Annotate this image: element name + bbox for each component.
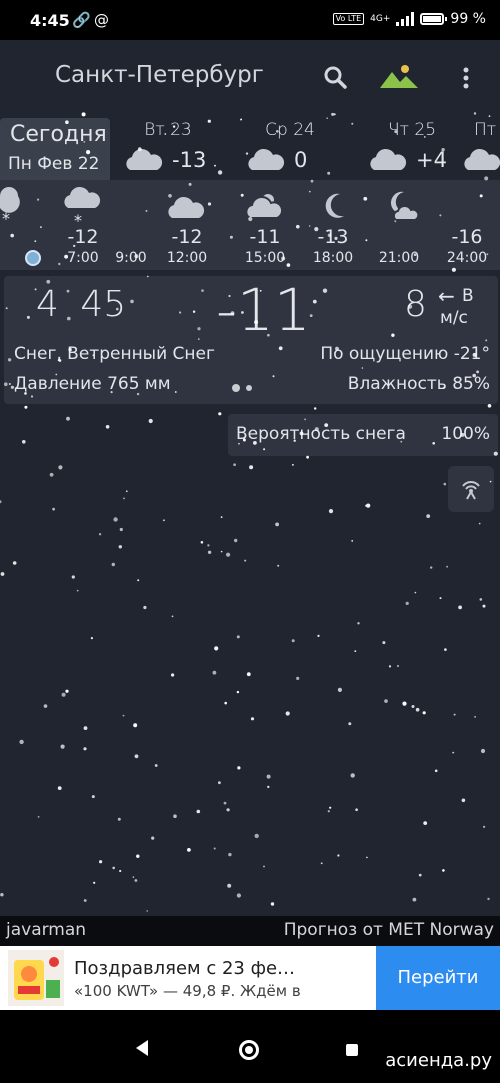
- day-item[interactable]: Чт 25 +4: [354, 116, 470, 180]
- volte-icon: Vo LTE: [332, 13, 365, 25]
- day-name: Ср 24: [265, 120, 315, 140]
- watermark: асиенда.ру: [385, 1050, 492, 1071]
- photo-author[interactable]: javarman: [6, 920, 86, 940]
- status-time: 4:45: [30, 11, 70, 30]
- hour-time: 18:00: [312, 250, 354, 266]
- svg-text:*: *: [74, 211, 82, 226]
- day-item[interactable]: Ср 24 0: [232, 116, 348, 180]
- day-temp: -13: [172, 148, 207, 172]
- ad-title: Поздравляем с 23 фе…: [74, 958, 296, 979]
- ad-go-button[interactable]: Перейти: [376, 946, 500, 1010]
- cloud-icon: [370, 148, 407, 170]
- status-bar: 4:45 🔗 @ Vo LTE 4G+ 99 %: [0, 0, 500, 40]
- radar-button[interactable]: [448, 466, 494, 512]
- ad-image: [8, 950, 64, 1006]
- pressure: Давление 765 мм: [14, 374, 171, 394]
- back-icon[interactable]: [134, 1032, 150, 1064]
- current-time: 4 45: [36, 284, 127, 325]
- home-icon[interactable]: [239, 1040, 259, 1060]
- day-item[interactable]: Пт: [454, 116, 500, 180]
- current-time-indicator: [25, 250, 41, 266]
- background-button[interactable]: [378, 60, 422, 96]
- hour-temp: -12: [171, 226, 203, 248]
- network-type: 4G+: [370, 13, 391, 24]
- page-indicator-dot: [246, 385, 252, 391]
- page-indicator-dot: [232, 384, 240, 392]
- ad-text: «100 KWT» — 49,8 ₽. Ждём в: [74, 982, 301, 1000]
- credits-bar: javarman Прогноз от MET Norway: [0, 916, 500, 946]
- today-date: Пн Фев 22: [8, 154, 100, 174]
- day-name: Вт 23: [144, 120, 192, 140]
- search-button[interactable]: [318, 60, 354, 96]
- today-tab[interactable]: Сегодня Пн Фев 22: [0, 118, 110, 180]
- battery-icon: [420, 13, 448, 25]
- landscape-icon: [380, 65, 418, 88]
- signal-icon: [396, 12, 415, 26]
- cloud-icon: [168, 196, 205, 218]
- svg-text:*: *: [2, 209, 10, 226]
- hour-item[interactable]: -16 24:00: [432, 180, 500, 270]
- humidity: Влажность 85%: [347, 374, 490, 394]
- hour-time: 24:00: [446, 250, 488, 266]
- moon-icon: [325, 193, 344, 218]
- hour-item[interactable]: 21:00: [364, 180, 434, 270]
- day-temp: 0: [294, 148, 308, 172]
- more-vert-icon: [463, 67, 469, 89]
- wind-direction: В: [462, 286, 474, 306]
- cloud-icon: [464, 148, 500, 170]
- app-bar: Санкт-Петербург: [0, 40, 500, 112]
- more-menu-button[interactable]: [454, 60, 478, 96]
- current-conditions-card[interactable]: 4 45 -11 8 ← В м/с Снег, Ветренный Снег …: [4, 276, 498, 404]
- day-name: Чт 25: [387, 120, 437, 140]
- ad-banner[interactable]: Поздравляем с 23 фе… «100 KWT» — 49,8 ₽.…: [0, 946, 500, 1010]
- precipitation-value: 100%: [441, 424, 490, 444]
- cloud-icon: [126, 148, 163, 170]
- link-icon: 🔗: [72, 11, 91, 29]
- feels-like: По ощущению -21°: [320, 344, 490, 364]
- forecast-provider[interactable]: Прогноз от MET Norway: [284, 920, 494, 940]
- hour-item[interactable]: -11 15:00: [230, 180, 300, 270]
- today-label: Сегодня: [10, 122, 107, 147]
- wind-speed: 8: [404, 284, 427, 325]
- battery-level: 99 %: [450, 11, 486, 27]
- hour-time: 21:00: [378, 250, 420, 266]
- hour-item[interactable]: -13 18:00: [298, 180, 368, 270]
- hour-temp: -11: [249, 226, 281, 248]
- search-icon: [324, 66, 347, 89]
- hourly-forecast[interactable]: * * -12 7:00 9:00 -12 12:00 -11 15:00 -1…: [0, 180, 500, 270]
- hour-temp: -16: [451, 226, 483, 248]
- day-name: Пт: [474, 120, 497, 140]
- wind-unit: м/с: [440, 308, 468, 328]
- hour-time: 12:00: [166, 250, 208, 266]
- precipitation-label: Вероятность снега: [236, 424, 406, 444]
- day-item[interactable]: Вт 23 -13: [110, 116, 226, 180]
- radar-icon: [462, 481, 480, 500]
- hour-item[interactable]: -12 12:00: [152, 180, 222, 270]
- day-temp: +4: [416, 148, 447, 172]
- hour-time: 15:00: [244, 250, 286, 266]
- snow-cloud-icon: *: [0, 187, 20, 226]
- precipitation-probability: Вероятность снега 100%: [228, 414, 498, 456]
- navigation-bar: асиенда.ру: [0, 1010, 500, 1083]
- recent-apps-icon[interactable]: [346, 1044, 358, 1056]
- at-icon: @: [94, 11, 109, 29]
- moon-cloud-icon: [390, 191, 420, 221]
- daily-forecast-strip[interactable]: Сегодня Пн Фев 22 Вт 23 -13 Ср 24 0 Чт 2…: [0, 116, 500, 180]
- wind-direction-icon: ←: [438, 284, 455, 308]
- cloud-icon: [248, 148, 285, 170]
- current-temperature: -11: [216, 276, 311, 344]
- city-title[interactable]: Санкт-Петербург: [55, 62, 264, 88]
- hour-temp: -13: [317, 226, 349, 248]
- condition-text: Снег, Ветренный Снег: [14, 344, 215, 364]
- sun-cloud-icon: [245, 194, 284, 219]
